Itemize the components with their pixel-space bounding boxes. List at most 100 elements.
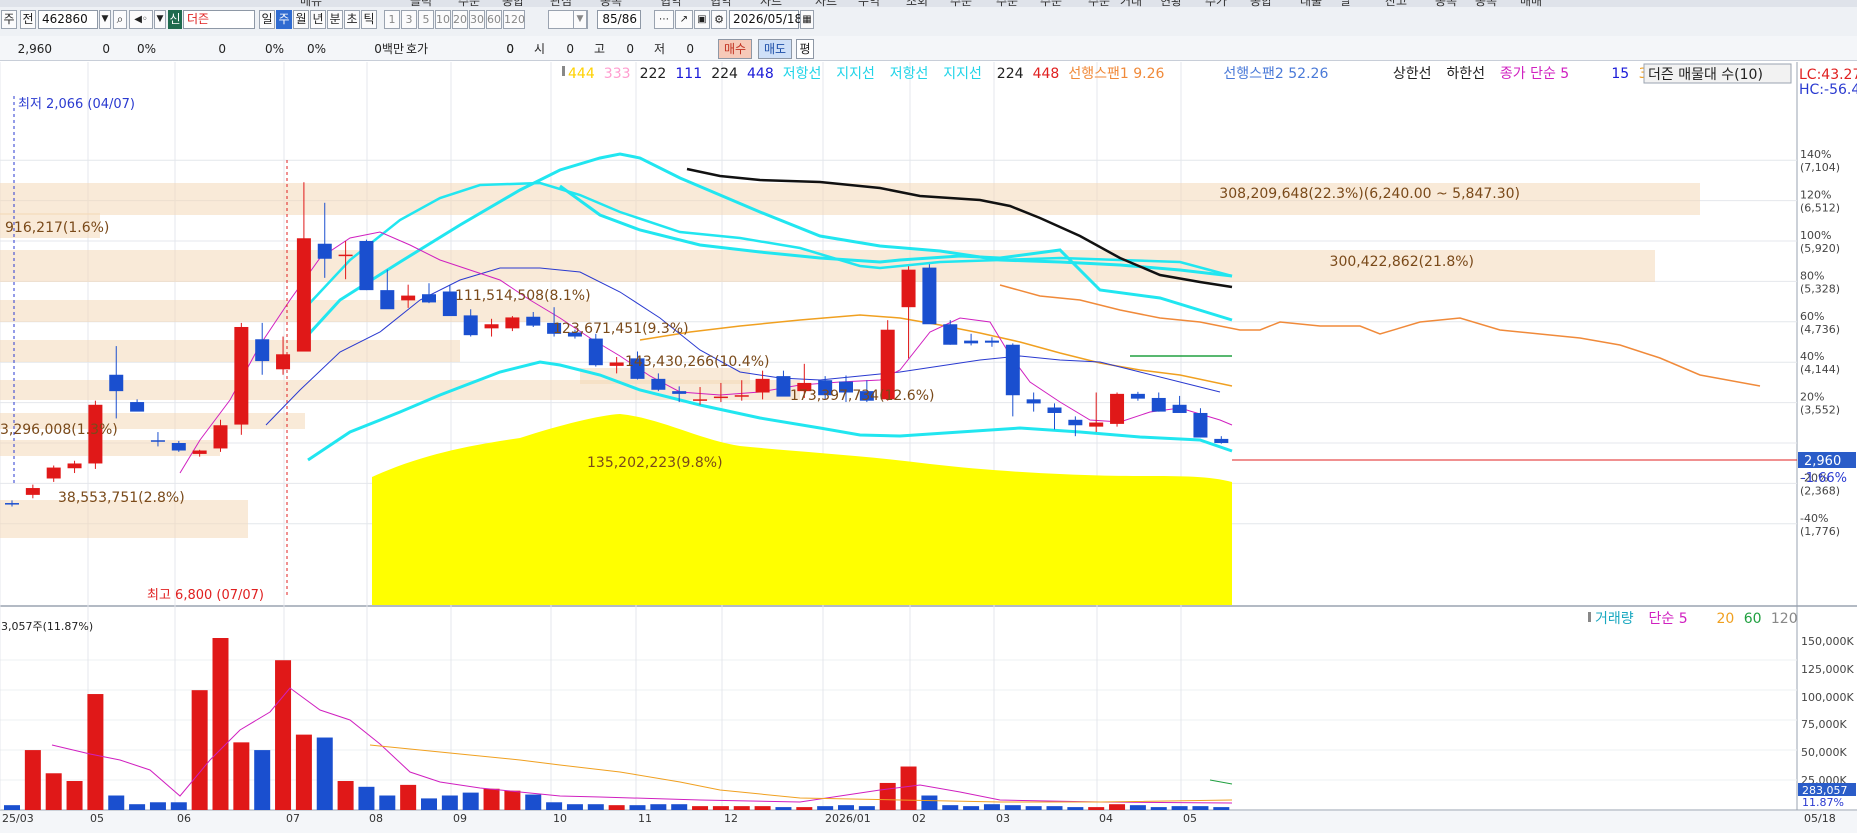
- volume-bar: [963, 806, 980, 810]
- legend-marker: [562, 66, 565, 76]
- candle-body: [1110, 393, 1125, 424]
- volume-bar: [879, 782, 896, 810]
- xaxis-label: 09: [453, 812, 467, 825]
- volume-bar: [1067, 807, 1084, 810]
- volume-bar: [212, 638, 229, 810]
- volume-bar: [1109, 804, 1126, 810]
- price-axis-value: (2,368): [1800, 484, 1840, 497]
- candle-body: [25, 488, 40, 495]
- volume-profile-label: 173,397,734(12.6%): [790, 388, 934, 404]
- legend-item: 선행스팬1 9.26: [1068, 66, 1164, 82]
- candle-body: [150, 440, 165, 442]
- volume-profile-label: 143,430,266(10.4%): [625, 354, 769, 370]
- volume-bar: [337, 781, 354, 810]
- volume-profile-label: 111,514,508(8.1%): [455, 288, 591, 304]
- profile-count-label: 더즌 매물대 수(10): [1648, 67, 1763, 83]
- volume-bar: [129, 804, 146, 810]
- volume-bar: [1088, 807, 1105, 810]
- price-axis-value: (4,736): [1800, 323, 1840, 336]
- volume-bar: [108, 795, 125, 810]
- candle-body: [713, 396, 728, 399]
- candle-body: [943, 324, 958, 345]
- volume-axis-label: 125,000K: [1801, 663, 1854, 676]
- xaxis-label: 25/03: [2, 812, 34, 825]
- candle-body: [588, 338, 603, 366]
- candle-body: [46, 467, 61, 479]
- volume-bar: [441, 795, 458, 810]
- legend-item: 저항선: [783, 66, 822, 82]
- xaxis-label: 02: [912, 812, 926, 825]
- candle-body: [255, 339, 270, 362]
- volume-bar: [24, 750, 41, 810]
- volume-profile-bar: [0, 340, 460, 362]
- candle-body: [651, 378, 666, 390]
- candle-body: [609, 362, 624, 366]
- volume-profile-label: 3,296,008(1.3%): [0, 422, 118, 438]
- legend-item: 지지선: [943, 66, 982, 82]
- volume-pct-label: 11.87%: [1802, 796, 1844, 809]
- candle-body: [964, 340, 979, 344]
- candle-body: [422, 294, 436, 303]
- volume-bar: [983, 804, 1000, 810]
- volume-bar: [233, 742, 250, 810]
- candle-body: [922, 267, 937, 325]
- volume-bar: [942, 805, 959, 810]
- candle-body: [901, 269, 916, 308]
- xaxis-label: 12: [724, 812, 738, 825]
- volume-legend-item: 60: [1744, 611, 1762, 627]
- volume-profile-label: 300,422,862(21.8%): [1330, 254, 1474, 270]
- volume-axis-label: 100,000K: [1801, 691, 1854, 704]
- legend-item: 448: [1033, 66, 1060, 82]
- price-axis-pct: -40%: [1800, 512, 1828, 525]
- volume-bar: [921, 795, 938, 810]
- price-axis-pct: 100%: [1800, 229, 1831, 242]
- price-axis-value: (7,104): [1800, 161, 1840, 174]
- volume-bar: [525, 794, 542, 810]
- price-axis-value: (6,512): [1800, 202, 1840, 215]
- volume-bar: [149, 802, 166, 810]
- current-price-label: 2,960: [1804, 454, 1841, 469]
- price-axis-value: (5,328): [1800, 282, 1840, 295]
- candle-body: [5, 503, 19, 505]
- volume-bar: [608, 805, 625, 810]
- legend-item: 224: [711, 66, 738, 82]
- volume-bar: [629, 805, 646, 810]
- volume-bar: [462, 792, 479, 810]
- volume-profile-label: 916,217(1.6%): [5, 220, 109, 236]
- legend-item: 저항선: [890, 66, 929, 82]
- xaxis-label: 10: [553, 812, 567, 825]
- xaxis-label: 05: [90, 812, 104, 825]
- lowest-annotation: 최저 2,066 (04/07): [18, 97, 135, 112]
- legend-item: 111: [675, 66, 702, 82]
- legend-item: 15: [1611, 66, 1629, 82]
- volume-bar: [650, 804, 667, 810]
- legend-item: 224: [997, 66, 1024, 82]
- volume-bar: [692, 806, 709, 810]
- legend-marker: [1588, 612, 1591, 622]
- volume-bar: [817, 806, 834, 810]
- candle-body: [359, 241, 374, 291]
- volume-profile-label: 123,671,451(9.3%): [553, 321, 689, 337]
- volume-bar: [1046, 806, 1063, 810]
- xaxis-label: 05: [1183, 812, 1197, 825]
- price-axis-value: (4,144): [1800, 363, 1840, 376]
- volume-axis-label: 150,000K: [1801, 635, 1854, 648]
- price-axis-value: (1,776): [1800, 525, 1840, 538]
- candle-body: [171, 443, 186, 451]
- volume-bar: [712, 806, 729, 810]
- price-chart: 308,209,648(22.3%)(6,240.00 ~ 5,847.30) 3…: [0, 62, 1857, 833]
- candle-body: [1151, 397, 1166, 412]
- candle-body: [1214, 438, 1229, 443]
- volume-bar: [587, 804, 604, 810]
- volume-bar: [316, 737, 333, 810]
- volume-bar: [858, 806, 875, 810]
- volume-bar: [483, 788, 500, 810]
- volume-bar: [170, 802, 187, 810]
- candle-body: [1130, 393, 1145, 399]
- candle-body: [755, 378, 770, 393]
- volume-bar: [546, 802, 563, 810]
- candle-body: [401, 295, 416, 301]
- highest-annotation: 최고 6,800 (07/07): [147, 588, 264, 603]
- volume-legend-item: 120: [1771, 611, 1798, 627]
- volume-bar: [1025, 806, 1042, 810]
